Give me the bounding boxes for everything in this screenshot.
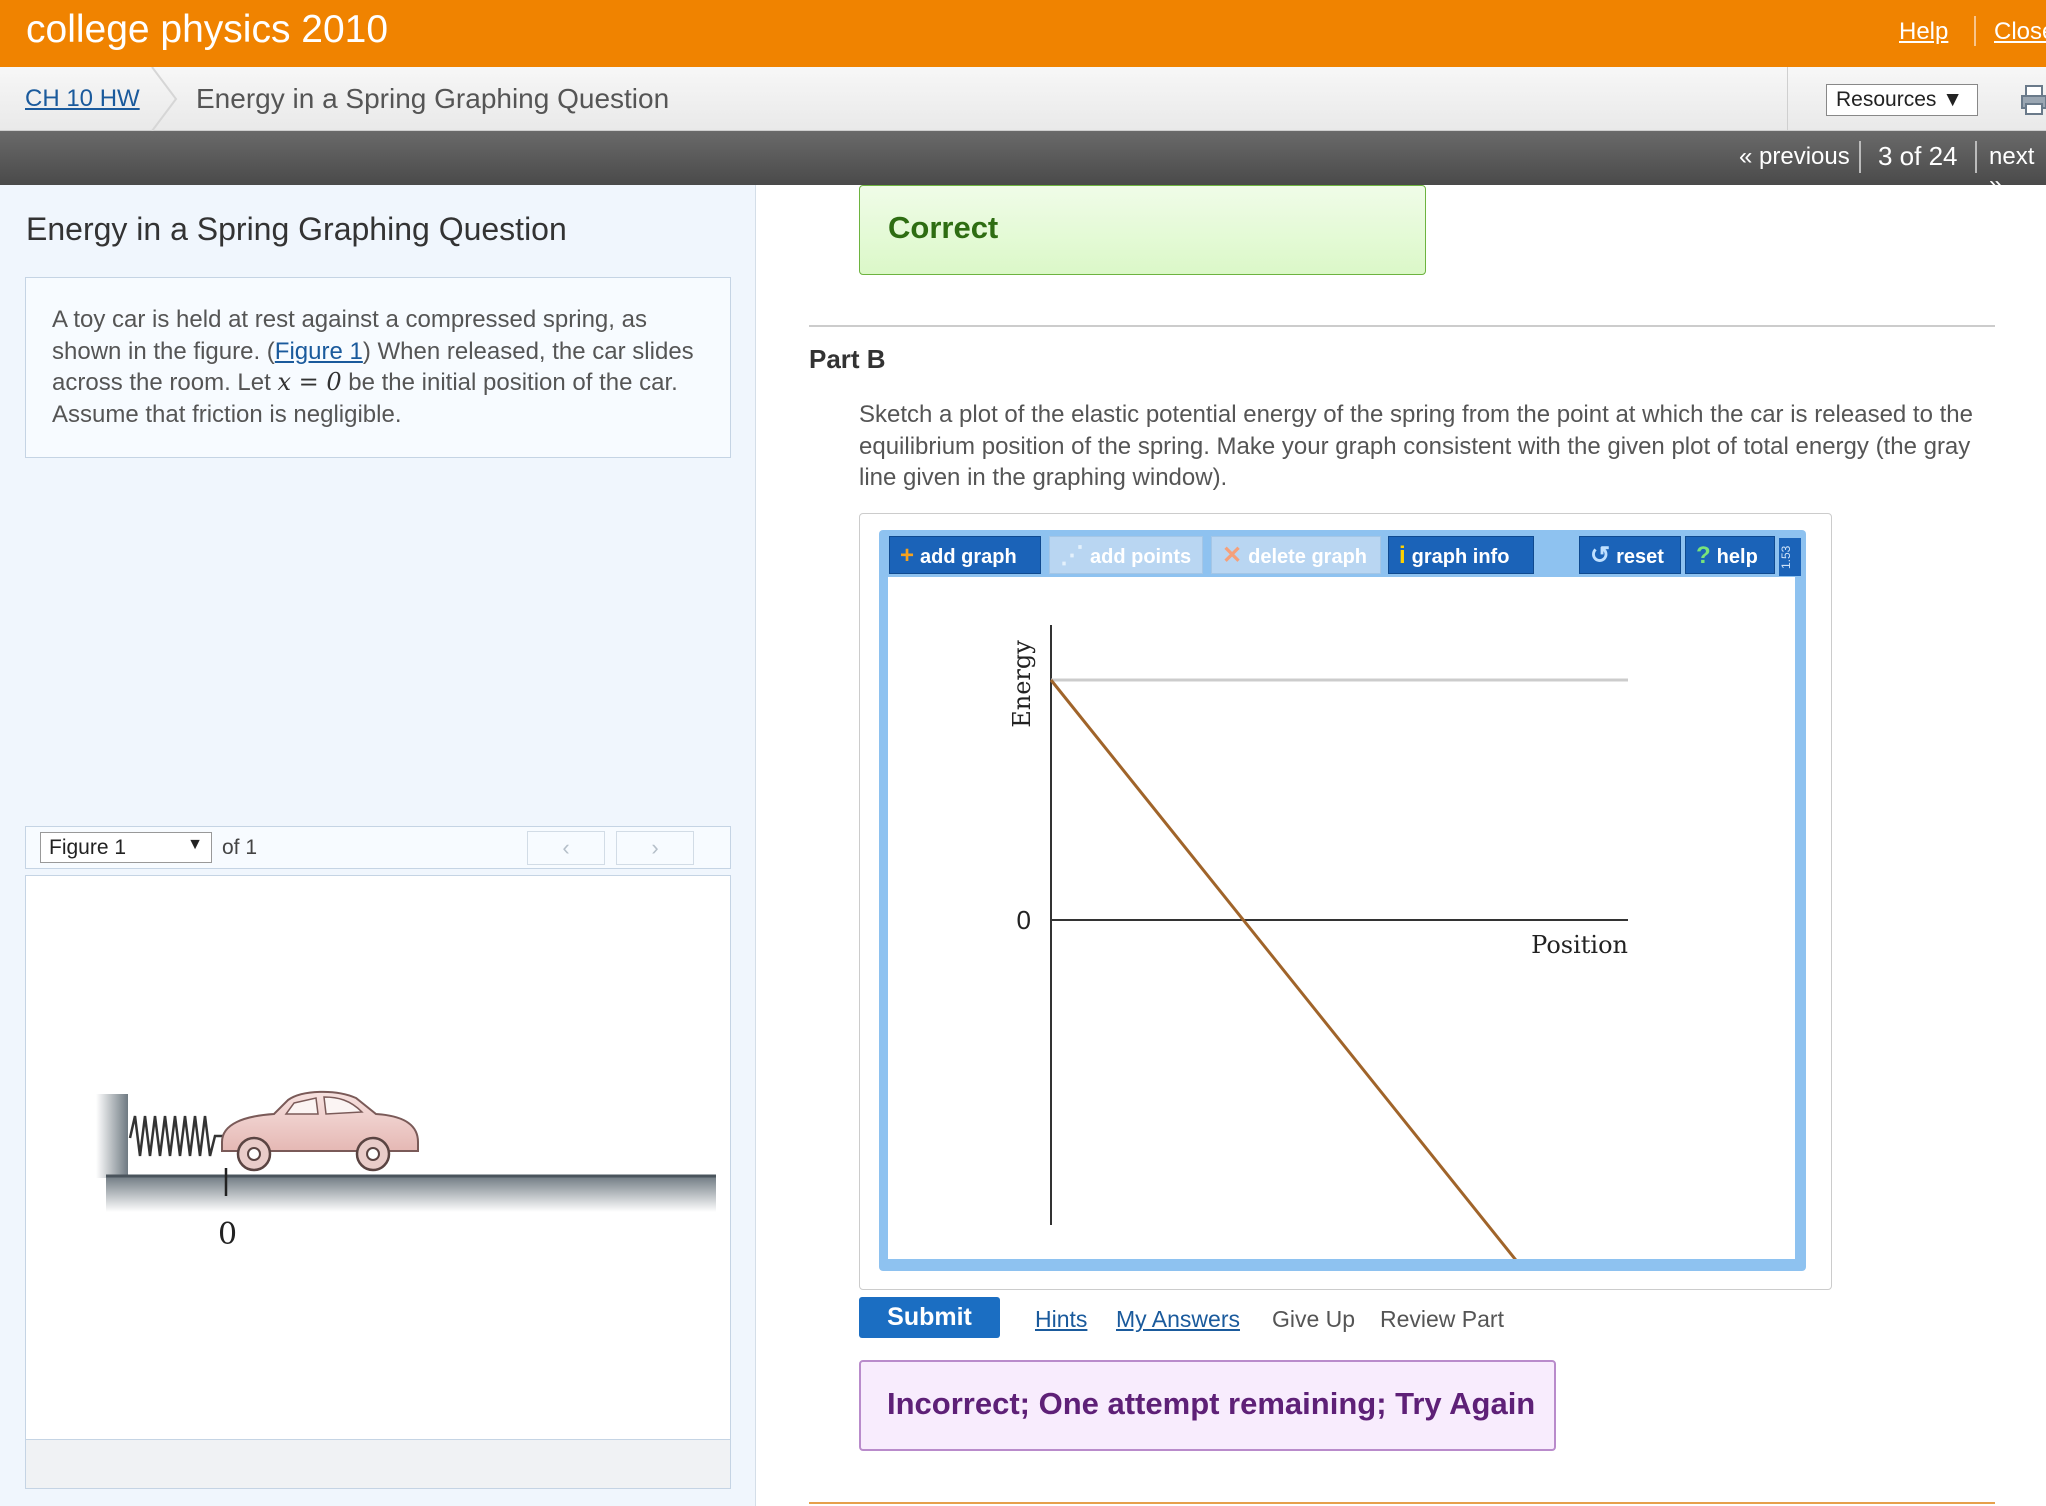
help-link[interactable]: Help	[1899, 18, 1948, 46]
figure-prev-button[interactable]: ‹	[527, 831, 605, 865]
energy-chart[interactable]: Energy Position 0	[888, 577, 1795, 1401]
hints-link[interactable]: Hints	[1035, 1306, 1087, 1333]
my-answers-link[interactable]: My Answers	[1116, 1306, 1240, 1333]
figure-area: 0	[25, 875, 731, 1475]
question-icon: ?	[1696, 542, 1711, 569]
info-icon: i	[1399, 542, 1406, 569]
page-count: 3 of 24	[1878, 141, 1958, 171]
figure-link[interactable]: Figure 1	[275, 338, 363, 365]
version-tag: 1.53	[1779, 538, 1801, 576]
submit-button[interactable]: Submit	[859, 1297, 1000, 1338]
floor	[106, 1176, 716, 1212]
pager-bar: « previous 3 of 24 next »	[0, 131, 2046, 198]
wall	[96, 1094, 128, 1178]
add-graph-button[interactable]: + add graph	[889, 536, 1041, 574]
problem-title: Energy in a Spring Graphing Question	[26, 211, 567, 247]
figure-select-value: Figure 1	[49, 836, 127, 859]
graph-widget: + add graph ⋰ add points ✕ delete graph i gr…	[859, 513, 1832, 1401]
breadcrumb-chevron-icon	[151, 67, 178, 131]
question-text: Sketch a plot of the elastic potential e…	[859, 401, 1973, 491]
bottom-divider	[809, 1502, 1995, 1504]
y-tick-label: 0	[1017, 905, 1031, 935]
top-separator	[1974, 16, 1976, 46]
figure-illustration: 0	[96, 1090, 716, 1252]
divider	[1787, 67, 1788, 131]
correct-text: Correct	[888, 210, 999, 245]
figure-select[interactable]: Figure 1 ▼	[40, 832, 212, 863]
add-points-button[interactable]: ⋰ add points	[1049, 536, 1203, 574]
breadcrumb: CH 10 HW Energy in a Spring Graphing Que…	[0, 67, 2046, 131]
help-button[interactable]: ? help	[1685, 536, 1775, 574]
figure-count: of 1	[222, 836, 258, 859]
graph-tool: + add graph ⋰ add points ✕ delete graph i gr…	[879, 530, 1806, 1401]
app-title: college physics 2010	[26, 8, 389, 51]
graph-info-button[interactable]: i graph info	[1388, 536, 1534, 574]
x-axis-label: Position	[1531, 931, 1628, 959]
part-label: Part B	[809, 344, 886, 374]
toy-car-icon	[221, 1090, 419, 1172]
top-bar: college physics 2010 Help Close	[0, 0, 2046, 67]
review-part-link[interactable]: Review Part	[1380, 1306, 1504, 1333]
previous-link[interactable]: « previous	[1739, 143, 1850, 171]
reset-icon: ↺	[1590, 542, 1611, 569]
resources-dropdown[interactable]: Resources ▼	[1826, 84, 1978, 116]
print-icon[interactable]	[2020, 84, 2046, 116]
close-link[interactable]: Close	[1994, 18, 2046, 46]
delete-icon: ✕	[1222, 542, 1243, 569]
problem-statement: A toy car is held at rest against a comp…	[52, 304, 712, 430]
math-expression: x = 0	[277, 368, 342, 396]
part-divider	[809, 325, 1995, 327]
figure-footer	[25, 1439, 731, 1489]
delete-graph-button[interactable]: ✕ delete graph	[1211, 536, 1381, 574]
dropdown-arrow-icon: ▼	[187, 836, 203, 853]
incorrect-text: Incorrect; One attempt remaining; Try Ag…	[887, 1386, 1536, 1421]
figure-next-button[interactable]: ›	[616, 831, 694, 865]
potential-energy-line[interactable]	[1049, 679, 1630, 1401]
problem-panel: Energy in a Spring Graphing Question A t…	[0, 185, 756, 1506]
y-axis-label: Energy	[1008, 640, 1036, 728]
problem-statement-box: A toy car is held at rest against a comp…	[25, 277, 731, 458]
pager-separator	[1859, 141, 1861, 173]
plus-icon: +	[900, 542, 915, 569]
breadcrumb-assignment-link[interactable]: CH 10 HW	[25, 85, 140, 113]
incorrect-feedback: Incorrect; One attempt remaining; Try Ag…	[859, 1360, 1556, 1451]
spring-icon	[128, 1115, 223, 1157]
points-icon: ⋰	[1060, 542, 1084, 569]
next-link[interactable]: next »	[1989, 143, 2046, 199]
give-up-link[interactable]: Give Up	[1272, 1306, 1355, 1333]
reset-button[interactable]: ↺ reset	[1579, 536, 1681, 574]
correct-feedback: Correct	[859, 185, 1426, 275]
zero-label: 0	[218, 1217, 237, 1252]
graph-canvas[interactable]: Energy Position 0	[888, 577, 1795, 1401]
pager-separator	[1975, 141, 1977, 173]
breadcrumb-current: Energy in a Spring Graphing Question	[196, 83, 670, 114]
figure-toolbar: Figure 1 ▼ of 1 ‹ ›	[25, 826, 731, 869]
